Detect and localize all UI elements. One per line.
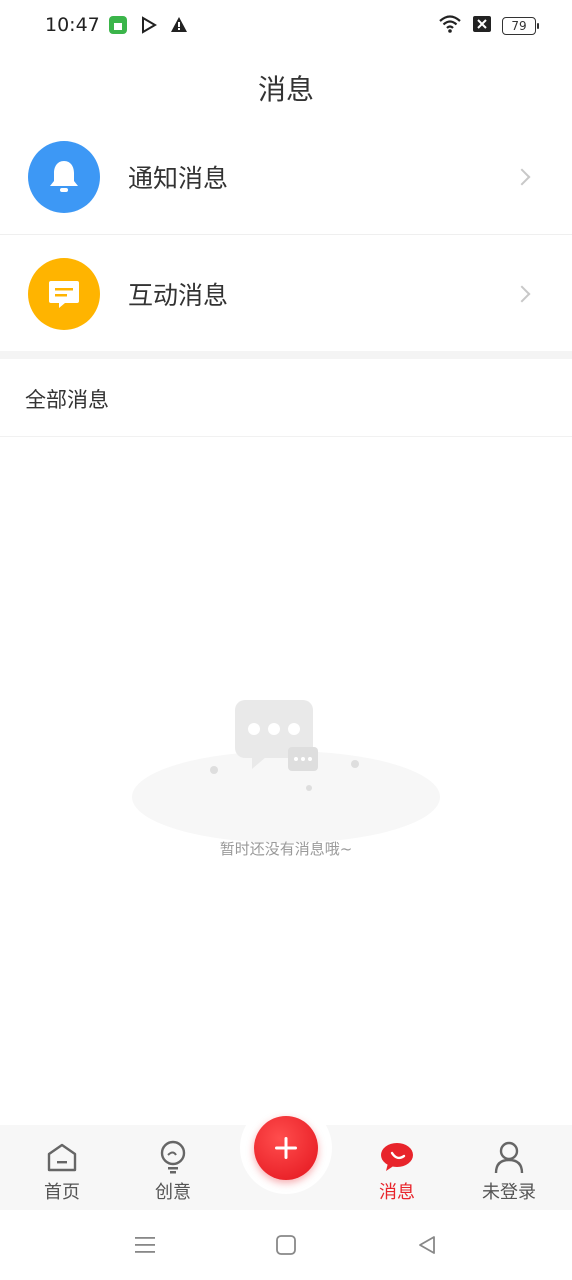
section-divider-line xyxy=(0,436,572,437)
status-right-icons: 79 xyxy=(438,14,539,38)
tab-label: 首页 xyxy=(44,1182,80,1203)
app-store-icon xyxy=(108,15,128,39)
section-divider xyxy=(0,351,572,359)
chevron-right-icon xyxy=(513,285,531,302)
no-sim-icon xyxy=(472,15,492,37)
status-bar: 10:47 79 xyxy=(0,0,572,52)
bell-icon xyxy=(28,141,100,213)
system-navigation-bar xyxy=(0,1210,572,1280)
comment-icon xyxy=(28,257,100,330)
page-title: 消息 xyxy=(257,73,314,106)
tab-label: 消息 xyxy=(379,1182,415,1203)
entry-notification-messages[interactable]: 通知消息 xyxy=(0,120,572,235)
status-left-icons xyxy=(108,15,188,39)
message-icon xyxy=(380,1140,414,1174)
empty-state-text: 暂时还没有消息哦~ xyxy=(219,840,353,858)
plus-icon xyxy=(275,1137,297,1159)
create-button-wrap xyxy=(240,1102,332,1194)
user-icon xyxy=(492,1140,526,1174)
battery-icon: 79 xyxy=(502,17,539,35)
entry-interaction-messages[interactable]: 互动消息 xyxy=(0,236,572,351)
tab-label: 创意 xyxy=(155,1182,191,1203)
chevron-right-icon xyxy=(513,168,531,186)
empty-chat-illustration xyxy=(130,695,442,845)
entry-label: 互动消息 xyxy=(128,280,229,310)
lightbulb-icon xyxy=(156,1140,190,1174)
wifi-icon xyxy=(438,14,462,38)
play-icon xyxy=(140,16,158,38)
tab-home[interactable]: 首页 xyxy=(12,1125,112,1210)
menu-icon[interactable] xyxy=(130,1230,160,1260)
entry-label: 通知消息 xyxy=(128,164,229,193)
tab-label: 未登录 xyxy=(482,1182,536,1203)
warning-icon xyxy=(170,16,188,38)
home-square-icon[interactable] xyxy=(271,1230,301,1260)
home-icon xyxy=(45,1140,79,1174)
tab-login[interactable]: 未登录 xyxy=(459,1125,559,1210)
section-title: 全部消息 xyxy=(25,388,109,412)
back-triangle-icon[interactable] xyxy=(412,1230,442,1260)
create-button[interactable] xyxy=(254,1116,318,1180)
tab-idea[interactable]: 创意 xyxy=(123,1125,223,1210)
status-time: 10:47 xyxy=(45,14,100,36)
tab-messages[interactable]: 消息 xyxy=(347,1125,447,1210)
